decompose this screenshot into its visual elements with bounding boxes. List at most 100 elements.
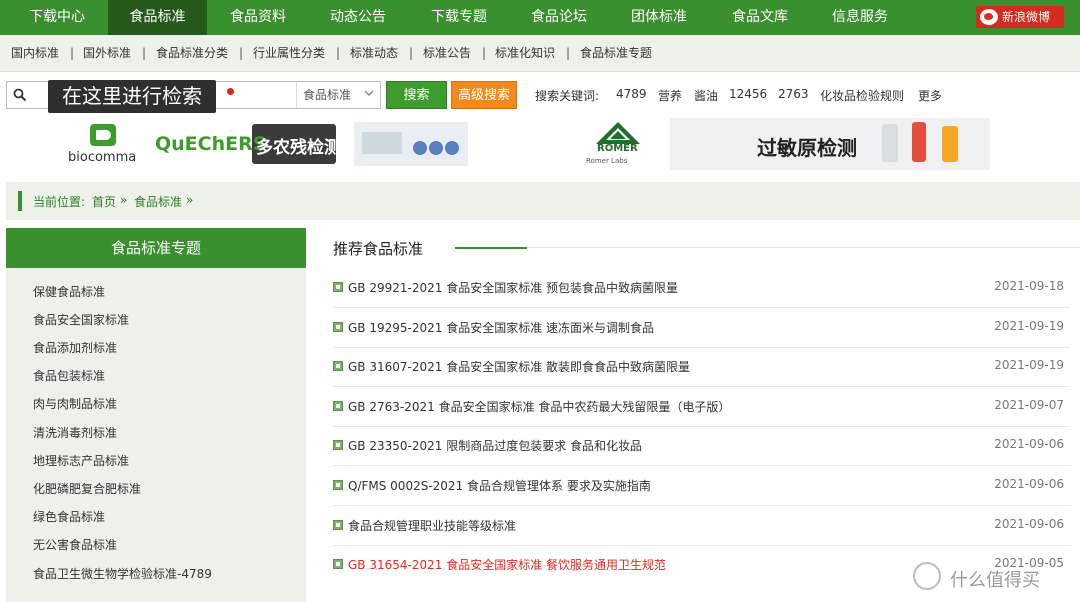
subnav-separator: | (336, 46, 341, 60)
standard-title-link[interactable]: 食品合规管理职业技能等级标准 (348, 517, 516, 534)
weibo-button[interactable]: 新浪微博 (976, 6, 1064, 28)
list-bullet-icon (333, 440, 343, 450)
standard-row: Q/FMS 0002S-2021 食品合规管理体系 要求及实施指南 2021-0… (333, 466, 1070, 506)
subnav-separator: | (482, 46, 487, 60)
section-title: 推荐食品标准 (333, 240, 424, 258)
sidebar-title: 食品标准专题 (6, 228, 306, 268)
banner-brand: biocomma (68, 150, 137, 165)
standard-row: GB 19295-2021 食品安全国家标准 速冻面米与调制食品 2021-09… (333, 308, 1070, 348)
weibo-icon (980, 9, 998, 25)
subnav-item-foreign[interactable]: 国外标准 (83, 35, 131, 72)
standard-date: 2021-09-19 (994, 358, 1064, 372)
sidebar-item[interactable]: 无公害食品标准 (33, 536, 117, 553)
standard-title-link[interactable]: Q/FMS 0002S-2021 食品合规管理体系 要求及实施指南 (348, 477, 651, 494)
subnav-item-topics[interactable]: 食品标准专题 (580, 35, 652, 72)
watermark-logo-icon (913, 562, 941, 590)
subnav-separator: | (566, 46, 571, 60)
keyword-link[interactable]: 2763 (778, 87, 809, 101)
breadcrumb-separator: » (120, 193, 128, 207)
standard-date: 2021-09-07 (994, 398, 1064, 412)
sidebar-item[interactable]: 化肥磷肥复合肥标准 (33, 480, 141, 497)
banner-brand: ROMER (597, 143, 638, 154)
standard-title-link[interactable]: GB 31654-2021 食品安全国家标准 餐饮服务通用卫生规范 (348, 556, 666, 573)
topnav-item-info-service[interactable]: 信息服务 (817, 0, 903, 35)
list-bullet-icon (333, 282, 343, 292)
standard-date: 2021-09-06 (994, 517, 1064, 531)
section-title-accent (455, 247, 527, 249)
topnav-item-group-standards[interactable]: 团体标准 (616, 0, 702, 35)
keyword-link[interactable]: 12456 (729, 87, 767, 101)
subnav-item-dynamics[interactable]: 标准动态 (350, 35, 398, 72)
watermark: 什么值得买 (910, 560, 1080, 596)
topnav-item-download-topics[interactable]: 下载专题 (416, 0, 502, 35)
breadcrumb-home[interactable]: 首页 (92, 193, 116, 210)
category-select-value: 食品标准 (303, 88, 352, 102)
standard-row: GB 29921-2021 食品安全国家标准 预包装食品中致病菌限量 2021-… (333, 268, 1070, 308)
subnav-separator: | (409, 46, 414, 60)
subnav-separator: | (142, 46, 147, 60)
sidebar-item[interactable]: 保健食品标准 (33, 283, 105, 300)
section-title-divider (527, 247, 1080, 248)
keyword-link[interactable]: 化妆品检验规则 (820, 87, 904, 104)
watermark-text: 什么值得买 (950, 570, 1040, 591)
list-bullet-icon (333, 322, 343, 332)
standard-title-link[interactable]: GB 31607-2021 食品安全国家标准 散装即食食品中致病菌限量 (348, 358, 690, 375)
banner-allergen[interactable]: ROMER Romer Labs 过敏原检测 (582, 118, 990, 170)
standard-title-link[interactable]: GB 2763-2021 食品安全国家标准 食品中农药最大残留限量（电子版） (348, 398, 730, 415)
topnav-item-library[interactable]: 食品文库 (717, 0, 803, 35)
list-bullet-icon (333, 480, 343, 490)
topnav-item-food-materials[interactable]: 食品资料 (215, 0, 301, 35)
keyword-more-link[interactable]: 更多 (918, 87, 942, 104)
standard-title-link[interactable]: GB 23350-2021 限制商品过度包装要求 食品和化妆品 (348, 437, 642, 454)
subnav-separator: | (70, 46, 75, 60)
list-bullet-icon (333, 559, 343, 569)
standard-title-link[interactable]: GB 29921-2021 食品安全国家标准 预包装食品中致病菌限量 (348, 279, 678, 296)
standard-date: 2021-09-18 (994, 279, 1064, 293)
breadcrumb: 当前位置: 首页 » 食品标准 » (6, 182, 1080, 220)
sidebar-item[interactable]: 食品包装标准 (33, 367, 105, 384)
breadcrumb-accent-bar (18, 191, 22, 211)
standard-date: 2021-09-06 (994, 437, 1064, 451)
banner-product: QuEChERS (155, 133, 267, 155)
topnav-item-food-standards[interactable]: 食品标准 (108, 0, 207, 35)
keyword-link[interactable]: 4789 (616, 87, 647, 101)
advanced-search-button[interactable]: 高级搜索 (451, 81, 517, 109)
search-icon (13, 88, 27, 102)
sidebar-item[interactable]: 清洗消毒剂标准 (33, 424, 117, 441)
banner-brand-sub: Romer Labs (586, 157, 628, 165)
weibo-label: 新浪微博 (1002, 10, 1051, 24)
search-tooltip: 在这里进行检索 (48, 80, 216, 113)
sidebar-item[interactable]: 食品安全国家标准 (33, 311, 129, 328)
category-select[interactable]: 食品标准 (296, 82, 380, 108)
subnav-item-domestic[interactable]: 国内标准 (11, 35, 59, 72)
search-button[interactable]: 搜索 (386, 81, 447, 109)
list-bullet-icon (333, 361, 343, 371)
banner-tag: 过敏原检测 (757, 136, 857, 160)
breadcrumb-current[interactable]: 食品标准 (134, 193, 182, 210)
topnav-item-forum[interactable]: 食品论坛 (516, 0, 602, 35)
sidebar-item[interactable]: 地理标志产品标准 (33, 452, 129, 469)
subnav-item-industry[interactable]: 行业属性分类 (253, 35, 325, 72)
standard-row: 食品合规管理职业技能等级标准 2021-09-06 (333, 506, 1070, 546)
standard-date: 2021-09-19 (994, 319, 1064, 333)
standard-row: GB 2763-2021 食品安全国家标准 食品中农药最大残留限量（电子版） 2… (333, 387, 1070, 427)
sidebar-item[interactable]: 肉与肉制品标准 (33, 395, 117, 412)
breadcrumb-separator: » (186, 193, 194, 207)
topnav-item-download-center[interactable]: 下载中心 (14, 0, 100, 35)
list-bullet-icon (333, 520, 343, 530)
sidebar-item[interactable]: 食品添加剂标准 (33, 339, 117, 356)
subnav-item-knowledge[interactable]: 标准化知识 (495, 35, 555, 72)
sidebar-item[interactable]: 绿色食品标准 (33, 508, 105, 525)
breadcrumb-prefix: 当前位置: (33, 195, 86, 209)
sidebar-item[interactable]: 食品卫生微生物学检验标准-4789 (33, 565, 212, 582)
keyword-link[interactable]: 营养 (658, 87, 682, 104)
subnav-item-announcements[interactable]: 标准公告 (423, 35, 471, 72)
topnav-item-news[interactable]: 动态公告 (315, 0, 401, 35)
keyword-link[interactable]: 酱油 (694, 87, 718, 104)
subnav-item-classification[interactable]: 食品标准分类 (156, 35, 228, 72)
banner-quechers[interactable]: biocomma QuEChERS 多农残检测 (62, 118, 472, 170)
banner-tag: 多农残检测 (256, 138, 341, 158)
standard-title-link[interactable]: GB 19295-2021 食品安全国家标准 速冻面米与调制食品 (348, 319, 654, 336)
sub-nav: 国内标准 | 国外标准 | 食品标准分类 | 行业属性分类 | 标准动态 | 标… (0, 35, 1080, 72)
top-nav: 下载中心 食品标准 食品资料 动态公告 下载专题 食品论坛 团体标准 食品文库 … (0, 0, 1080, 35)
